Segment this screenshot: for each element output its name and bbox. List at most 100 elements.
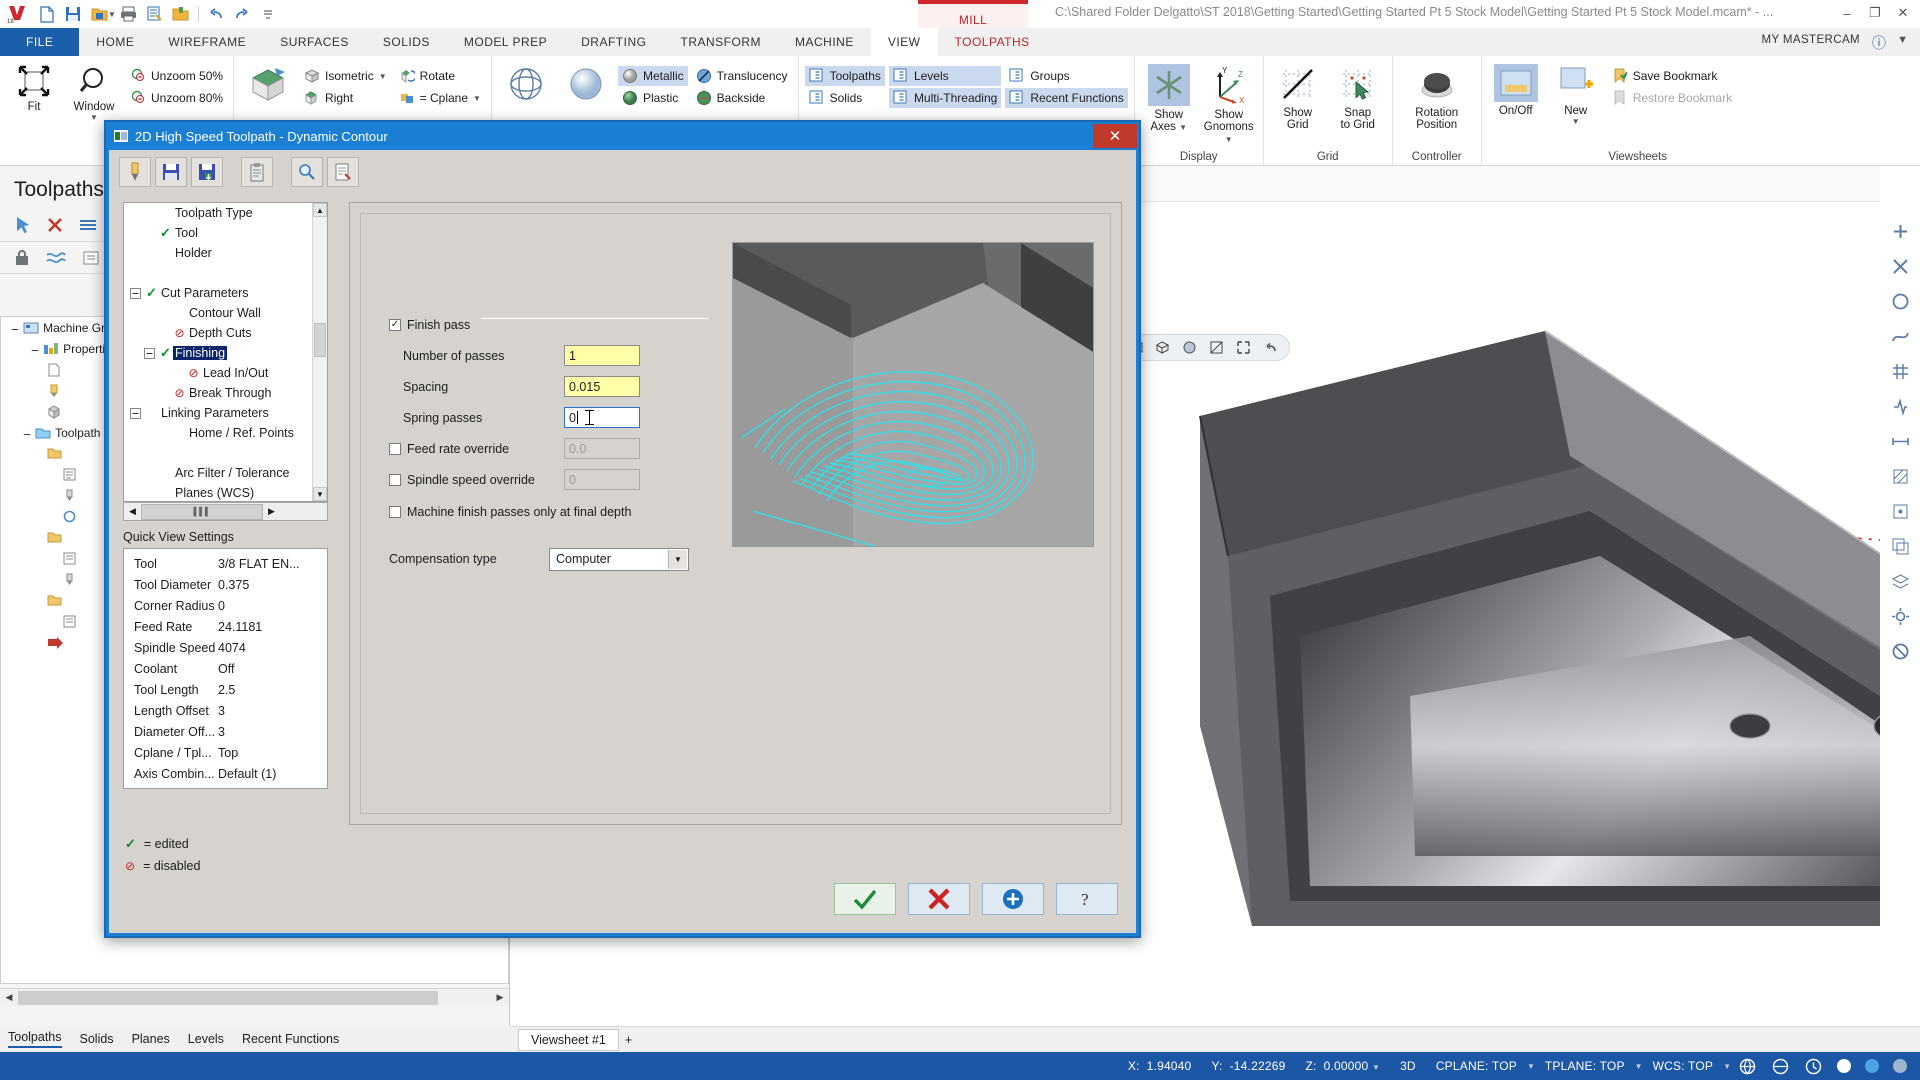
scroll-right-arrow[interactable]: ▶ bbox=[263, 506, 280, 517]
pan-icon[interactable] bbox=[1891, 257, 1910, 276]
lock-icon[interactable] bbox=[14, 249, 30, 267]
ok-button[interactable] bbox=[834, 883, 896, 915]
tab-recent-functions-manager[interactable]: Recent Functions bbox=[242, 1032, 339, 1046]
new-file-button[interactable] bbox=[34, 2, 60, 26]
status-z-dropdown-icon[interactable]: ▼ bbox=[1372, 1063, 1380, 1072]
status-clock-icon[interactable] bbox=[1805, 1058, 1822, 1075]
dialog-tree-node[interactable]: Contour Wall bbox=[124, 303, 327, 323]
tab-home[interactable]: HOME bbox=[79, 28, 151, 56]
no-entry-icon[interactable] bbox=[1891, 642, 1910, 661]
rotate-button[interactable]: Rotate bbox=[395, 66, 485, 86]
rotation-position-button[interactable]: Rotation Position bbox=[1399, 60, 1475, 131]
scroll-left-arrow[interactable]: ◀ bbox=[0, 992, 18, 1003]
toolpath-display-icon[interactable] bbox=[46, 250, 66, 266]
undo-view-icon[interactable] bbox=[1263, 340, 1279, 355]
unzoom-50-button[interactable]: Unzoom 50% bbox=[126, 66, 227, 86]
wcs-dropdown-icon[interactable]: ▼ bbox=[1723, 1062, 1731, 1071]
tab-surfaces[interactable]: SURFACES bbox=[263, 28, 366, 56]
scroll-thumb[interactable]: ▌▌▌ bbox=[141, 503, 263, 520]
save-button[interactable] bbox=[60, 2, 86, 26]
backside-button[interactable]: Backside bbox=[692, 88, 792, 108]
grid-snap-icon[interactable] bbox=[1891, 502, 1910, 521]
save-parameters-button[interactable] bbox=[155, 157, 187, 187]
dialog-tree-node[interactable]: Toolpath Type bbox=[124, 203, 327, 223]
toolpath-tree-hscrollbar[interactable]: ◀ ▶ bbox=[0, 988, 509, 1006]
hatch-icon[interactable] bbox=[1891, 467, 1910, 486]
right-view-button[interactable]: Right bbox=[300, 88, 391, 108]
viewsheets-new-dropdown-icon[interactable]: ▼ bbox=[1572, 117, 1580, 126]
solids-manager-toggle[interactable]: Solids bbox=[805, 88, 885, 108]
help-button[interactable]: ? bbox=[1056, 883, 1118, 915]
save-bookmark-button[interactable]: Save Bookmark bbox=[1608, 66, 1736, 86]
section-icon[interactable] bbox=[1209, 340, 1225, 355]
dialog-tree-node[interactable]: Holder bbox=[124, 243, 327, 263]
window-dropdown-icon[interactable]: ▼ bbox=[90, 113, 98, 122]
viewsheets-onoff-button[interactable]: On/Off bbox=[1488, 60, 1544, 117]
scroll-up-arrow[interactable]: ▲ bbox=[313, 203, 327, 217]
unzoom-80-button[interactable]: Unzoom 80% bbox=[126, 88, 227, 108]
tab-wireframe[interactable]: WIREFRAME bbox=[151, 28, 263, 56]
machine-finish-only-checkbox[interactable]: Machine finish passes only at final dept… bbox=[389, 505, 699, 519]
copy-view-icon[interactable] bbox=[1891, 537, 1910, 556]
groups-manager-toggle[interactable]: Groups bbox=[1005, 66, 1127, 86]
scroll-left-arrow[interactable]: ◀ bbox=[124, 506, 141, 517]
scroll-right-arrow[interactable]: ▶ bbox=[491, 992, 509, 1003]
tool-manager-button[interactable] bbox=[119, 157, 151, 187]
dialog-tree-node[interactable]: Planes (WCS) bbox=[124, 483, 327, 501]
dialog-title-bar[interactable]: 2D High Speed Toolpath - Dynamic Contour… bbox=[106, 122, 1139, 150]
toolpaths-manager-toggle[interactable]: Toolpaths bbox=[804, 66, 885, 86]
redo-button[interactable] bbox=[229, 2, 255, 26]
print-button[interactable] bbox=[116, 2, 142, 26]
post-icon[interactable] bbox=[82, 250, 100, 266]
apply-button[interactable] bbox=[982, 883, 1044, 915]
show-gnomons-button[interactable]: Y Z X Show Gnomons ▼ bbox=[1201, 60, 1257, 146]
tree-collapse-icon[interactable] bbox=[144, 347, 158, 359]
regenerate-icon[interactable] bbox=[78, 216, 98, 234]
tab-transform[interactable]: TRANSFORM bbox=[663, 28, 778, 56]
find-button[interactable] bbox=[291, 157, 323, 187]
status-mode-toggle[interactable]: 3D bbox=[1390, 1059, 1426, 1073]
dialog-tree-node[interactable]: Arc Filter / Tolerance bbox=[124, 463, 327, 483]
viewsheet-tab[interactable]: Viewsheet #1 bbox=[518, 1028, 619, 1051]
finish-pass-checkbox[interactable]: ✓ Finish pass bbox=[389, 318, 564, 332]
dialog-tree-node[interactable]: ⊘ Lead In/Out bbox=[124, 363, 327, 383]
copy-parameters-button[interactable] bbox=[241, 157, 273, 187]
spindle-speed-override-checkbox[interactable]: Spindle speed override bbox=[389, 473, 564, 487]
cplane-dropdown-icon[interactable]: ▼ bbox=[473, 94, 481, 103]
close-button[interactable]: ✕ bbox=[1890, 2, 1916, 24]
tab-solids-manager[interactable]: Solids bbox=[80, 1032, 114, 1046]
wireframe-shading-button[interactable] bbox=[498, 60, 554, 104]
dimension-icon[interactable] bbox=[1891, 432, 1910, 451]
dialog-tree-hscrollbar[interactable]: ◀ ▌▌▌ ▶ bbox=[123, 502, 328, 521]
print-preview-button[interactable] bbox=[142, 2, 168, 26]
dialog-tree-node[interactable]: ✓ Tool bbox=[124, 223, 327, 243]
tab-machine[interactable]: MACHINE bbox=[778, 28, 871, 56]
levels-manager-toggle[interactable]: Levels bbox=[888, 66, 1002, 86]
load-parameters-button[interactable] bbox=[191, 157, 223, 187]
window-zoom-button[interactable]: Window ▼ bbox=[66, 60, 122, 122]
cplane-dropdown-icon[interactable]: ▼ bbox=[1527, 1062, 1535, 1071]
save-as-button[interactable] bbox=[86, 2, 112, 26]
folder-import-button[interactable] bbox=[168, 2, 194, 26]
customize-qat-button[interactable] bbox=[255, 2, 281, 26]
scroll-down-arrow[interactable]: ▼ bbox=[313, 487, 327, 501]
metallic-button[interactable]: Metallic bbox=[617, 66, 688, 86]
delete-x-icon[interactable] bbox=[46, 216, 64, 234]
translucency-button[interactable]: Translucency bbox=[692, 66, 792, 86]
tree-collapse-icon[interactable] bbox=[130, 407, 144, 419]
cancel-button[interactable] bbox=[908, 883, 970, 915]
scroll-thumb[interactable] bbox=[18, 990, 438, 1005]
fit-button[interactable]: Fit bbox=[6, 60, 62, 113]
ribbon-collapse-icon[interactable]: ▼ bbox=[1897, 34, 1908, 46]
dialog-tree-node[interactable]: ⊘ Break Through bbox=[124, 383, 327, 403]
zoom-in-icon[interactable] bbox=[1891, 222, 1910, 241]
tab-file[interactable]: FILE bbox=[0, 28, 80, 56]
viewsheet-add-button[interactable]: + bbox=[625, 1033, 632, 1047]
show-axes-button[interactable]: Show Axes ▼ bbox=[1141, 60, 1197, 134]
status-color-swatch-gray[interactable] bbox=[1892, 1058, 1908, 1074]
tab-toolpaths-manager[interactable]: Toolpaths bbox=[8, 1030, 62, 1048]
tab-planes-manager[interactable]: Planes bbox=[132, 1032, 170, 1046]
chevron-down-icon[interactable]: ▼ bbox=[668, 549, 687, 569]
wireframe-icon[interactable] bbox=[1155, 340, 1171, 355]
snap-to-grid-button[interactable]: Snap to Grid bbox=[1330, 60, 1386, 131]
